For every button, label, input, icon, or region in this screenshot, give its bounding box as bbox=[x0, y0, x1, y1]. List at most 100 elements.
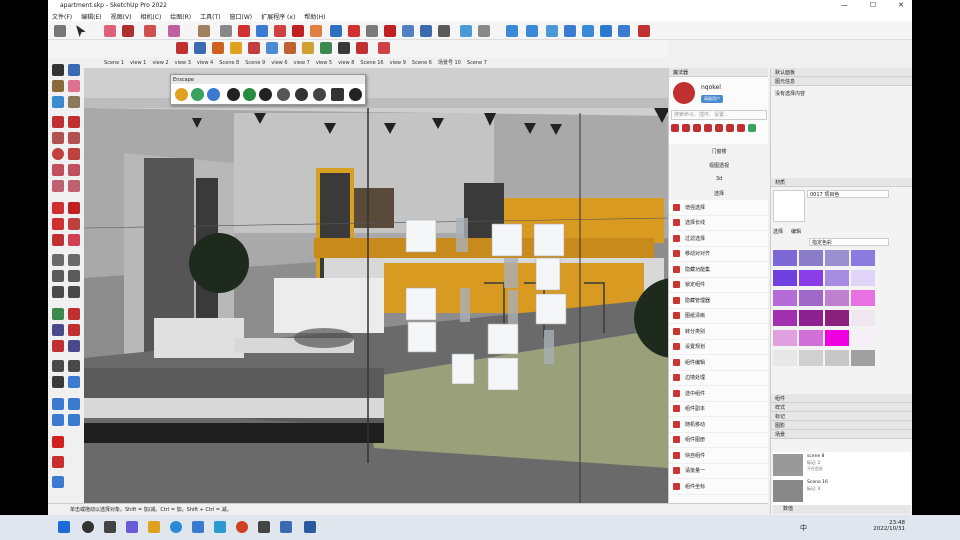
pencil-icon[interactable] bbox=[68, 96, 80, 108]
scene-thumbnail[interactable] bbox=[773, 480, 803, 502]
select-icon[interactable] bbox=[52, 64, 64, 76]
menu-edit[interactable]: 编辑(E) bbox=[81, 12, 101, 21]
xray-icon[interactable] bbox=[460, 25, 472, 37]
cloud-icon[interactable] bbox=[546, 25, 558, 37]
tool-i-icon[interactable] bbox=[320, 42, 332, 54]
color-swatch[interactable] bbox=[799, 330, 823, 346]
tool-b-icon[interactable] bbox=[194, 42, 206, 54]
color-swatch[interactable] bbox=[799, 290, 823, 306]
share-model-icon[interactable] bbox=[68, 398, 80, 410]
color-swatch[interactable] bbox=[851, 270, 875, 286]
clock[interactable]: 23:48 2022/10/31 bbox=[873, 520, 905, 532]
enscape-grid-icon[interactable] bbox=[277, 88, 290, 101]
component-icon[interactable] bbox=[68, 64, 80, 76]
list-item[interactable]: 随机移动 bbox=[669, 417, 769, 433]
search-field[interactable]: 数值 bbox=[773, 505, 911, 514]
chat-icon[interactable] bbox=[126, 521, 138, 533]
freehand-icon[interactable] bbox=[68, 116, 80, 128]
quick-icon[interactable] bbox=[682, 124, 690, 132]
edge-icon[interactable] bbox=[170, 521, 182, 533]
quick-icon[interactable] bbox=[704, 124, 712, 132]
color-swatch[interactable] bbox=[851, 290, 875, 306]
sketchup-taskbar-icon[interactable] bbox=[304, 521, 316, 533]
scene-tab[interactable]: view 5 bbox=[316, 60, 332, 66]
scene-tab[interactable]: Scene 8 bbox=[219, 60, 239, 66]
user-icon[interactable] bbox=[478, 25, 490, 37]
color-swatch[interactable] bbox=[825, 350, 849, 366]
list-item[interactable]: 设置规划 bbox=[669, 340, 769, 355]
color-swatch[interactable] bbox=[773, 330, 797, 346]
push-pull-icon[interactable] bbox=[68, 202, 80, 214]
scene-tab[interactable]: Scene 1 bbox=[104, 60, 124, 66]
chrome-icon[interactable] bbox=[236, 521, 248, 533]
color-swatch[interactable] bbox=[851, 250, 875, 266]
list-item[interactable]: 选择长线 bbox=[669, 216, 769, 231]
enscape-start-icon[interactable] bbox=[175, 88, 188, 101]
list-item[interactable]: 边墙处理 bbox=[669, 371, 769, 386]
list-item[interactable]: 图纸清晰 bbox=[669, 309, 769, 324]
share-icon[interactable] bbox=[564, 25, 576, 37]
rotated-rect-icon[interactable] bbox=[68, 132, 80, 144]
color-swatch[interactable] bbox=[851, 350, 875, 366]
menu-file[interactable]: 文件(F) bbox=[52, 12, 72, 21]
list-item[interactable]: 锁定组件 bbox=[669, 278, 769, 293]
scene-tab[interactable]: view 4 bbox=[197, 60, 213, 66]
enscape-upload-icon[interactable] bbox=[259, 88, 272, 101]
color-swatch[interactable] bbox=[825, 250, 849, 266]
section-plane-icon[interactable] bbox=[402, 25, 414, 37]
rotate-icon[interactable] bbox=[274, 25, 286, 37]
eraser-icon[interactable] bbox=[104, 25, 116, 37]
quick-icon[interactable] bbox=[737, 124, 745, 132]
pan-icon[interactable] bbox=[68, 308, 80, 320]
extension-icon[interactable] bbox=[600, 25, 612, 37]
zoom-icon[interactable] bbox=[52, 324, 64, 336]
list-item[interactable]: 选中组件 bbox=[669, 386, 769, 402]
tool-e-icon[interactable] bbox=[248, 42, 260, 54]
menu-window[interactable]: 窗口(W) bbox=[230, 12, 253, 21]
color-swatch[interactable] bbox=[851, 330, 875, 346]
section-header[interactable]: 视图透视 bbox=[669, 158, 769, 172]
select-arrow-icon[interactable] bbox=[76, 25, 86, 37]
offset-icon[interactable] bbox=[310, 25, 322, 37]
task-view-icon[interactable] bbox=[104, 521, 116, 533]
protractor-icon[interactable] bbox=[52, 270, 64, 282]
color-swatch[interactable] bbox=[799, 270, 823, 286]
plugin-icon[interactable] bbox=[52, 476, 64, 488]
scene-tab[interactable]: view 9 bbox=[390, 60, 406, 66]
pan-icon[interactable] bbox=[348, 25, 360, 37]
quick-icon[interactable] bbox=[726, 124, 734, 132]
ruby-icon[interactable] bbox=[638, 25, 650, 37]
two-point-arc-icon[interactable] bbox=[68, 164, 80, 176]
pie-icon[interactable] bbox=[68, 180, 80, 192]
push-pull-icon[interactable] bbox=[238, 25, 250, 37]
scale-icon[interactable] bbox=[52, 234, 64, 246]
line-icon[interactable] bbox=[52, 116, 64, 128]
styles-header[interactable]: 样式 bbox=[771, 403, 912, 412]
list-item[interactable]: 增强选择 bbox=[669, 200, 769, 216]
scene-tab[interactable]: view 8 bbox=[338, 60, 354, 66]
tool-k-icon[interactable] bbox=[356, 42, 368, 54]
scene-tab[interactable]: view 7 bbox=[294, 60, 310, 66]
app-icon[interactable] bbox=[214, 521, 226, 533]
quick-icon[interactable] bbox=[693, 124, 701, 132]
cloud-sync-icon[interactable] bbox=[506, 25, 518, 37]
list-item[interactable]: 请批量一 bbox=[669, 464, 769, 479]
tag-icon[interactable] bbox=[52, 96, 64, 108]
tab-select[interactable]: 选择 bbox=[773, 228, 783, 235]
tool-d-icon[interactable] bbox=[230, 42, 242, 54]
color-swatch[interactable] bbox=[825, 270, 849, 286]
entity-info-header[interactable]: 图元信息 bbox=[771, 77, 912, 86]
warehouse-icon[interactable] bbox=[52, 414, 64, 426]
zoom-extents-icon[interactable] bbox=[52, 340, 64, 352]
tags-header[interactable]: 标记 bbox=[771, 412, 912, 421]
color-swatch[interactable] bbox=[851, 310, 875, 326]
color-swatch[interactable] bbox=[825, 290, 849, 306]
tool-c-icon[interactable] bbox=[212, 42, 224, 54]
tool-a-icon[interactable] bbox=[176, 42, 188, 54]
line-icon[interactable] bbox=[144, 25, 156, 37]
tool-l-icon[interactable] bbox=[378, 42, 390, 54]
walk-icon[interactable] bbox=[52, 376, 64, 388]
maximize-button[interactable]: ☐ bbox=[870, 1, 876, 9]
circle-icon[interactable] bbox=[52, 148, 64, 160]
move-icon[interactable] bbox=[52, 202, 64, 214]
